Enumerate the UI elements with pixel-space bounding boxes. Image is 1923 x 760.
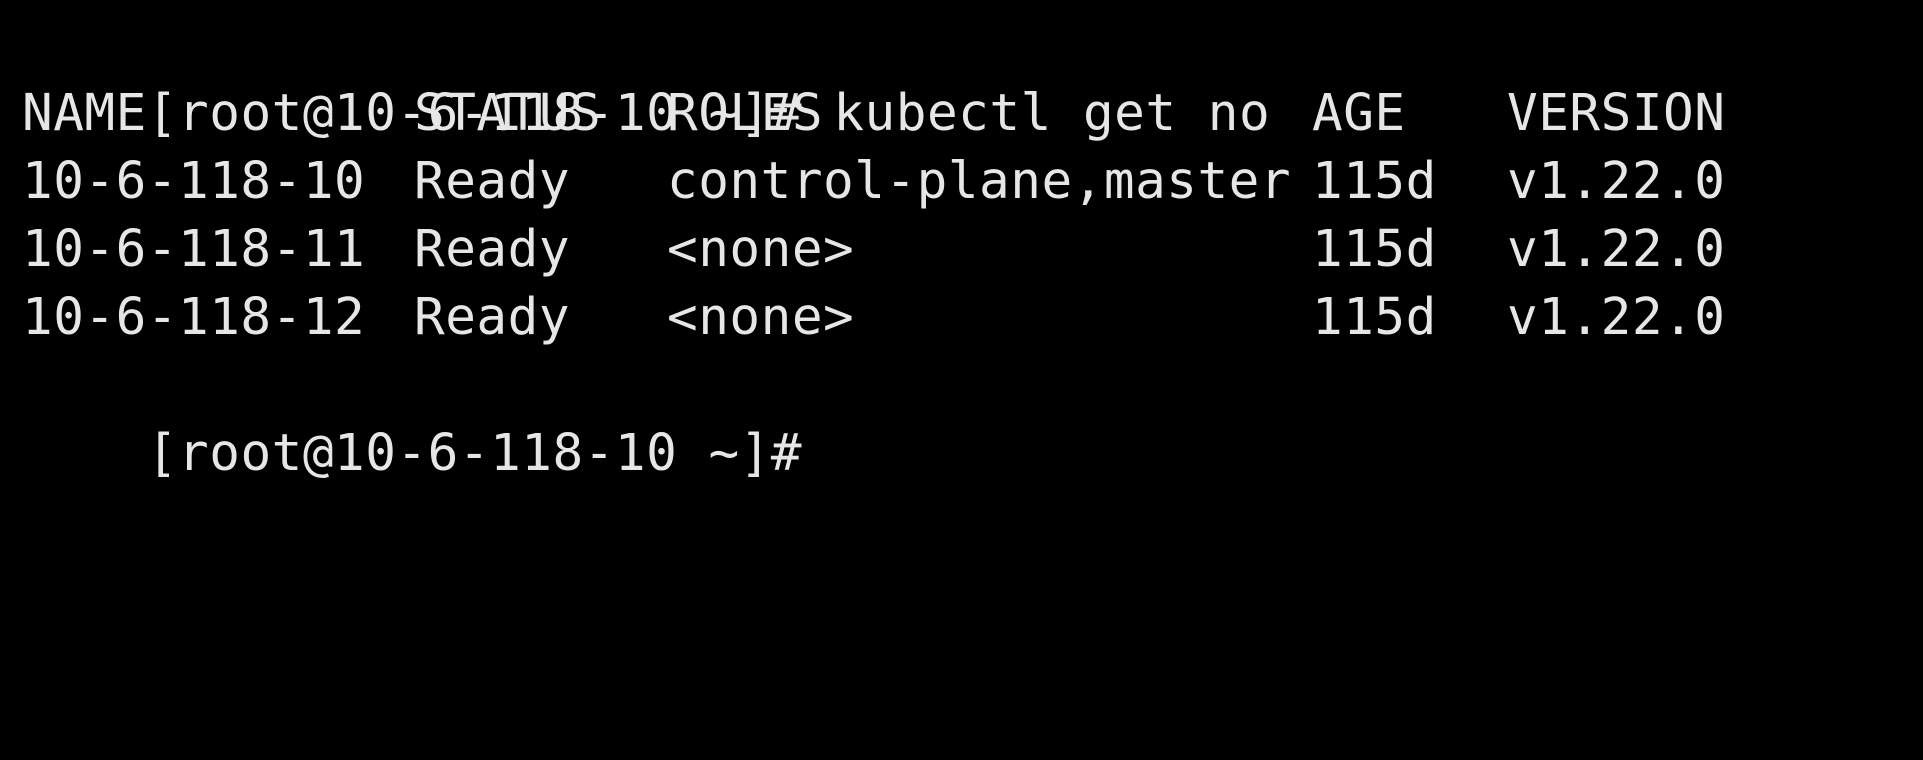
table-row: 10-6-118-11 Ready <none> 115d v1.22.0	[22, 216, 1725, 284]
command-text: kubectl get no	[833, 84, 1271, 143]
node-name: 10-6-118-11	[22, 220, 366, 279]
node-roles: <none>	[667, 220, 855, 279]
node-status: Ready	[414, 220, 571, 279]
node-roles: <none>	[667, 288, 855, 347]
node-age: 115d	[1312, 288, 1437, 347]
node-version: v1.22.0	[1507, 152, 1726, 211]
node-version: v1.22.0	[1507, 220, 1726, 279]
terminal-window[interactable]: [ [root@10-6-118-10 ~]# kubectl get no N…	[0, 0, 1923, 483]
node-status: Ready	[414, 288, 571, 347]
column-header-roles: ROLES	[667, 84, 824, 143]
table-header: NAME STATUS ROLES AGE VERSION	[22, 80, 1725, 148]
scrolled-output-line: [	[22, 0, 1097, 10]
column-header-name: NAME	[22, 84, 147, 143]
command-line: [root@10-6-118-10 ~]# kubectl get no	[22, 12, 1270, 143]
node-roles: control-plane,master	[667, 152, 1292, 211]
table-row: 10-6-118-10 Ready control-plane,master 1…	[22, 148, 1725, 216]
node-age: 115d	[1312, 220, 1437, 279]
table-row: 10-6-118-12 Ready <none> 115d v1.22.0	[22, 284, 1725, 352]
shell-prompt: [root@10-6-118-10 ~]#	[146, 424, 803, 483]
column-header-age: AGE	[1312, 84, 1406, 143]
column-header-status: STATUS	[414, 84, 602, 143]
column-header-version: VERSION	[1507, 84, 1726, 143]
node-status: Ready	[414, 152, 571, 211]
node-name: 10-6-118-12	[22, 288, 366, 347]
node-age: 115d	[1312, 152, 1437, 211]
node-version: v1.22.0	[1507, 288, 1726, 347]
node-name: 10-6-118-10	[22, 152, 366, 211]
